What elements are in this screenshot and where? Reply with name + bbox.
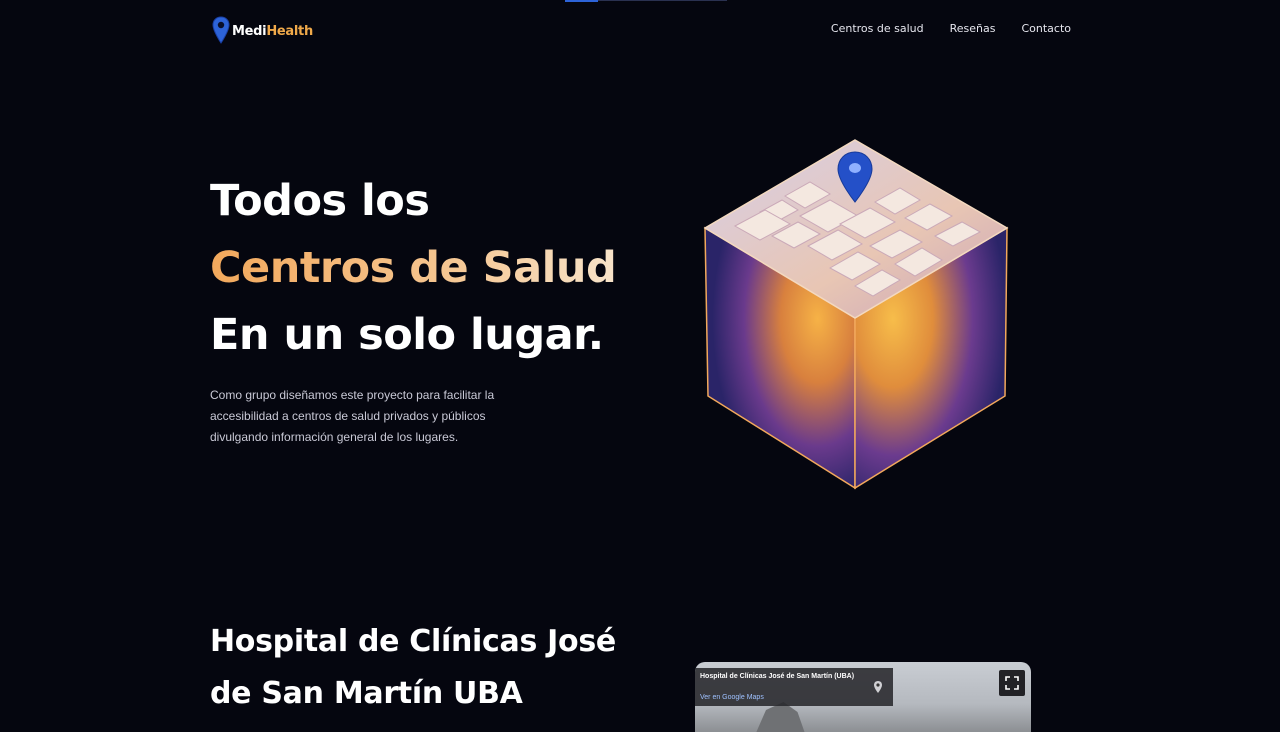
map-pin-icon[interactable]: [873, 679, 883, 698]
map-view-link[interactable]: Ver en Google Maps: [700, 694, 764, 701]
hospital-section-title: Hospital de Clínicas José de San Martín …: [210, 624, 616, 711]
brand-logo[interactable]: MediHealth: [212, 16, 313, 44]
hero-cube-illustration: [690, 128, 1020, 498]
top-progress-indicator: [565, 0, 598, 2]
hero-title-line3: En un solo lugar.: [210, 310, 604, 360]
map-infobox: Hospital de Clínicas José de San Martín …: [695, 668, 893, 706]
brand-name-part1: Medi: [232, 24, 267, 39]
hero-title-line2: Centros de Salud: [210, 235, 617, 302]
map-street-view-image: [752, 702, 808, 732]
hero-title: Todos los Centros de Salud En un solo lu…: [210, 168, 617, 369]
main-nav: Centros de salud Reseñas Contacto: [831, 22, 1071, 35]
brand-name: MediHealth: [232, 24, 313, 39]
map-pin-icon: [212, 16, 230, 44]
nav-item-contacto[interactable]: Contacto: [1021, 22, 1071, 35]
brand-name-part2: Health: [266, 24, 313, 39]
hero-title-line1: Todos los: [210, 176, 430, 226]
nav-item-centros-de-salud[interactable]: Centros de salud: [831, 22, 924, 35]
map-place-title: Hospital de Clínicas José de San Martín …: [700, 673, 855, 680]
map-embed[interactable]: Hospital de Clínicas José de San Martín …: [695, 662, 1031, 732]
fullscreen-icon[interactable]: [999, 670, 1025, 696]
hero-description: Como grupo diseñamos este proyecto para …: [210, 388, 495, 444]
nav-item-resenas[interactable]: Reseñas: [950, 22, 996, 35]
